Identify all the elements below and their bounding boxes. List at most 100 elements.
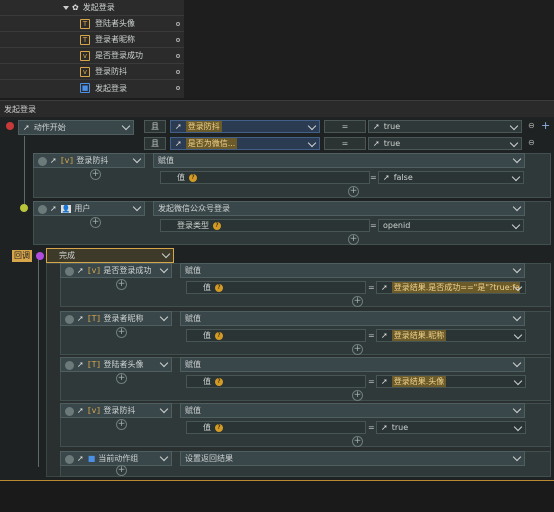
help-icon[interactable]: ? (213, 221, 221, 230)
toggle-dot-icon[interactable] (65, 407, 74, 416)
remove-icon[interactable]: ⊖ (528, 138, 535, 147)
assign-target-select[interactable]: ➚ ⟦v⟧ 登录防抖 (60, 403, 172, 418)
pointer-icon: ➚ (50, 204, 57, 213)
user-action-select[interactable]: 发起微信公众号登录 (153, 201, 525, 216)
assign-mode-select[interactable]: 赋值 (153, 153, 525, 168)
assign-target-select[interactable]: ➚ ⟦v⟧ 登录防抖 (33, 153, 145, 168)
tree-empty-area (184, 0, 554, 98)
toggle-dot-icon[interactable] (65, 315, 74, 324)
value-input[interactable]: ➚ false (378, 171, 524, 184)
tree-item[interactable]: T 登录者昵称 (0, 32, 184, 48)
add-step-icon[interactable]: + (116, 279, 127, 290)
and-operator[interactable]: 且 (144, 120, 166, 133)
assign-mode-select[interactable]: 赋值 (180, 263, 525, 278)
operator-select[interactable]: = (324, 120, 366, 133)
help-icon[interactable]: ? (215, 423, 223, 432)
add-param-icon[interactable]: + (352, 390, 363, 401)
add-step-icon[interactable]: + (116, 465, 127, 476)
connector-line (24, 136, 25, 208)
assign-mode-select[interactable]: 赋值 (180, 311, 525, 326)
operator-select[interactable]: = (324, 137, 366, 150)
chevron-down-icon (307, 121, 317, 131)
tree-item[interactable]: T 登陆者头像 (0, 16, 184, 32)
condition-field[interactable]: ➚ 登录防抖 (170, 120, 320, 133)
param-value-text: openid (383, 221, 411, 230)
tree-item[interactable]: ■ 发起登录 (0, 80, 184, 96)
expand-arrow-icon[interactable] (63, 5, 69, 10)
tree-root-row[interactable]: ✿ 发起登录 (0, 0, 184, 16)
assign-mode-select[interactable]: 赋值 (180, 403, 525, 418)
chevron-down-icon (511, 172, 521, 182)
assign-target-label: 登录防抖 (76, 156, 109, 165)
assign-mode-label: 赋值 (185, 360, 201, 369)
help-icon[interactable]: ? (189, 173, 197, 182)
add-step-icon[interactable]: + (116, 373, 127, 384)
pointer-icon: ➚ (175, 139, 182, 148)
chevron-down-icon (512, 202, 522, 212)
add-condition-icon[interactable]: + (541, 119, 550, 132)
value-input[interactable]: ➚ 登录结果.昵称 (376, 329, 526, 342)
add-param-icon[interactable]: + (352, 344, 363, 355)
add-step-icon[interactable]: + (90, 217, 101, 228)
callback-dot-icon[interactable] (36, 252, 44, 260)
branch-dot-icon[interactable] (20, 204, 28, 212)
done-select[interactable]: 完成 (46, 248, 174, 263)
add-param-icon[interactable]: + (352, 436, 363, 447)
help-icon[interactable]: ? (215, 377, 223, 386)
pointer-icon: ➚ (77, 266, 84, 275)
done-label: 完成 (59, 251, 75, 260)
pointer-icon: ➚ (50, 156, 57, 165)
assign-target-select[interactable]: ➚ ⟦T⟧ 登录者昵称 (60, 311, 172, 326)
help-icon[interactable]: ? (215, 283, 223, 292)
operator-label: = (341, 139, 349, 148)
condition-value[interactable]: ➚ true (368, 120, 522, 133)
add-step-icon[interactable]: + (90, 169, 101, 180)
tree-item[interactable]: v 登录防抖 (0, 64, 184, 80)
final-target-select[interactable]: ➚ ■ 当前动作组 (60, 451, 172, 466)
chevron-down-icon (512, 452, 522, 462)
value-input[interactable]: ➚ 登录结果.头像 (376, 375, 526, 388)
chevron-down-icon (509, 138, 519, 148)
visibility-dot-icon[interactable] (176, 37, 180, 42)
tree-item[interactable]: v 是否登录成功 (0, 48, 184, 64)
toggle-dot-icon[interactable] (38, 205, 47, 214)
user-target-select[interactable]: ➚ 👤 用户 (33, 201, 145, 216)
add-param-icon[interactable]: + (348, 186, 359, 197)
condition-field-label: 登录防抖 (185, 121, 222, 132)
bear-icon: ✿ (72, 3, 79, 12)
final-action-select[interactable]: 设置返回结果 (180, 451, 525, 466)
toggle-dot-icon[interactable] (65, 455, 74, 464)
assign-mode-select[interactable]: 赋值 (180, 357, 525, 372)
stop-dot-icon[interactable] (6, 122, 14, 130)
toggle-dot-icon[interactable] (65, 267, 74, 276)
value-input[interactable]: ➚ 登录结果.是否成功=="是"?true:false (376, 281, 526, 294)
add-param-icon[interactable]: + (352, 296, 363, 307)
and-operator[interactable]: 且 (144, 137, 166, 150)
toggle-dot-icon[interactable] (38, 157, 47, 166)
chevron-down-icon (159, 358, 169, 368)
text-var-icon: ⟦T⟧ (87, 360, 101, 369)
assign-target-select[interactable]: ➚ ⟦v⟧ 是否登录成功 (60, 263, 172, 278)
help-icon[interactable]: ? (215, 331, 223, 340)
visibility-dot-icon[interactable] (176, 69, 180, 74)
toggle-dot-icon[interactable] (65, 361, 74, 370)
remove-icon[interactable]: ⊖ (528, 121, 535, 130)
condition-value-label: true (383, 122, 401, 131)
visibility-dot-icon[interactable] (176, 53, 180, 58)
value-input[interactable]: ➚ true (376, 421, 526, 434)
action-start-select[interactable]: ➚ 动作开始 (18, 120, 134, 135)
param-value-input[interactable]: openid (378, 219, 524, 232)
value-label: 值 (177, 173, 185, 182)
assign-target-select[interactable]: ➚ ⟦T⟧ 登陆者头像 (60, 357, 172, 372)
equals-sign: = (368, 283, 375, 292)
visibility-dot-icon[interactable] (176, 86, 180, 90)
add-step-icon[interactable]: + (116, 327, 127, 338)
pointer-icon: ➚ (381, 331, 388, 340)
visibility-dot-icon[interactable] (176, 21, 180, 26)
condition-value[interactable]: ➚ true (368, 137, 522, 150)
condition-value-label: true (383, 139, 401, 148)
add-param-icon[interactable]: + (348, 234, 359, 245)
condition-field[interactable]: ➚ 是否为微信... (170, 137, 320, 150)
add-step-icon[interactable]: + (116, 419, 127, 430)
value-text: false (393, 173, 413, 182)
